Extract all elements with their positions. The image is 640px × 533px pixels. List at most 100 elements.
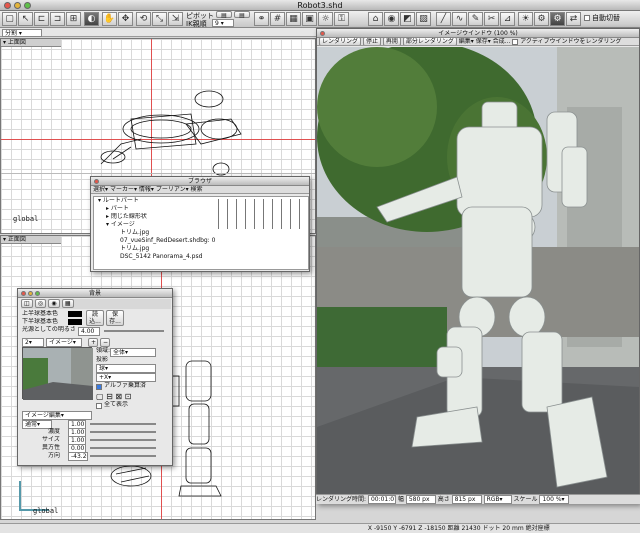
shading-mode-icon[interactable]: ◐ xyxy=(84,12,99,26)
area-select[interactable]: 全体▾ xyxy=(110,348,156,357)
browser-close[interactable] xyxy=(94,179,99,184)
image-edit-select[interactable]: イメージ編集▾ xyxy=(22,411,92,420)
brightness-value[interactable]: 4.00 xyxy=(78,327,100,336)
bg-tool-icon-4[interactable]: ▦ xyxy=(61,299,74,308)
layer-type-select[interactable]: イメージ▾ xyxy=(46,338,82,347)
browser-menu-marker[interactable]: マーカー xyxy=(110,186,134,193)
tree-item-shdbg[interactable]: 07_vueSinf_RedDesert.shdbg: 0 xyxy=(94,237,308,245)
browser-menu-boolean[interactable]: プーリアン xyxy=(156,186,186,193)
read-button[interactable]: 読込... xyxy=(86,310,104,326)
render-button[interactable]: レンダリング xyxy=(319,38,362,45)
direction-slider[interactable] xyxy=(90,455,156,457)
z-label: Z xyxy=(418,525,423,532)
composite-menu[interactable]: 合成... xyxy=(493,38,511,45)
move-icon[interactable]: ✥ xyxy=(118,12,133,26)
browser-window: ブラウザ 選択▾ マーカー▾ 情報▾ プーリアン▾ 検索 ▾ ルートパート ▸ … xyxy=(90,176,310,272)
window-icon[interactable]: ▣ xyxy=(302,12,317,26)
browser-menu-select[interactable]: 選択 xyxy=(93,186,105,193)
tree-item-panorama[interactable]: DSC_5142 Panorama_4.psd xyxy=(94,253,308,261)
uniform-scale-icon[interactable]: ⇲ xyxy=(168,12,183,26)
pointer-tool-icon[interactable]: ↖ xyxy=(18,12,33,26)
axis-select[interactable]: +X▾ xyxy=(96,373,156,382)
save-menu[interactable]: 保存 xyxy=(476,38,488,45)
layer-index-select[interactable]: 2▾ xyxy=(22,338,44,347)
camera-icon[interactable]: ◉ xyxy=(384,12,399,26)
first-param-slider[interactable] xyxy=(90,423,156,425)
lower-color-swatch[interactable] xyxy=(68,319,82,325)
open-part-icon[interactable]: ⊏ xyxy=(34,12,49,26)
browser-menu-info[interactable]: 情報 xyxy=(139,186,151,193)
sync-icon[interactable]: ⇄ xyxy=(566,12,581,26)
measure-icon[interactable]: ⊿ xyxy=(500,12,515,26)
anisotropy-slider[interactable] xyxy=(90,447,156,449)
direction-value[interactable]: -43.20 xyxy=(68,452,88,461)
home-icon[interactable]: ⌂ xyxy=(368,12,383,26)
gear-icon[interactable]: ⚙ xyxy=(534,12,549,26)
light-icon[interactable]: ☼ xyxy=(318,12,333,26)
layer-remove-icon[interactable]: − xyxy=(100,338,110,347)
split-select[interactable]: 分割 ▾ xyxy=(2,29,42,37)
close-part-icon[interactable]: ⊐ xyxy=(50,12,65,26)
scale-select[interactable]: 100 %▾ xyxy=(539,495,570,504)
knife-icon[interactable]: ✂ xyxy=(484,12,499,26)
zoom-window-button[interactable] xyxy=(24,2,31,9)
height-label: 高さ xyxy=(437,496,450,503)
height-value[interactable]: 815 px xyxy=(451,495,482,504)
save-button[interactable]: 保存... xyxy=(106,310,124,326)
background-close[interactable] xyxy=(21,291,26,296)
bulb-icon[interactable]: ☀ xyxy=(518,12,533,26)
show-all-checkbox[interactable] xyxy=(96,403,102,409)
layer-add-icon[interactable]: + xyxy=(88,338,98,347)
partial-render-button[interactable]: 部分レンダリング xyxy=(402,38,457,45)
close-window-button[interactable] xyxy=(4,2,11,9)
unit-label: mm xyxy=(511,525,524,532)
density-slider[interactable] xyxy=(90,431,156,433)
object-icon[interactable]: ✋ xyxy=(102,12,117,26)
resume-button[interactable]: 再開 xyxy=(382,38,401,45)
window-title: Robot3.shd xyxy=(297,1,343,10)
surface-icon[interactable]: ◩ xyxy=(400,12,415,26)
browser-menu-search[interactable]: 検索 xyxy=(191,186,203,193)
render-icon[interactable]: ▨ xyxy=(416,12,431,26)
scale-icon[interactable]: ⤡ xyxy=(152,12,167,26)
lock-icon[interactable]: ⚿ xyxy=(334,12,349,26)
absolute-coords-toggle[interactable]: 絶対座標 xyxy=(526,525,550,532)
view-icon[interactable]: ▦ xyxy=(286,12,301,26)
ik-value-select[interactable]: 9 ▾ xyxy=(212,19,234,27)
background-minimize[interactable] xyxy=(28,291,33,296)
auto-switch-checkbox[interactable] xyxy=(584,15,590,21)
size-slider[interactable] xyxy=(90,439,156,441)
line-icon[interactable]: ╱ xyxy=(436,12,451,26)
brightness-slider[interactable] xyxy=(104,330,164,332)
rotate-icon[interactable]: ⟲ xyxy=(136,12,151,26)
pivot-toggle-1[interactable]: ▤ xyxy=(216,11,232,19)
edit-menu[interactable]: 編集 xyxy=(459,38,471,45)
bg-tool-icon-1[interactable]: ◫ xyxy=(21,299,33,308)
color-mode-select[interactable]: RGB▾ xyxy=(483,495,512,504)
mapping-icons[interactable]: ▢ ⊟ ⊠ ⊡ xyxy=(96,392,131,401)
pivot-toggle-2[interactable]: ▤ xyxy=(234,11,250,19)
tree-item-trim-2[interactable]: トリム.jpg xyxy=(94,245,308,253)
anisotropy-label: 異方性 xyxy=(42,444,61,451)
projection-select[interactable]: 球▾ xyxy=(96,364,156,373)
bg-tool-icon-2[interactable]: ◎ xyxy=(34,299,47,308)
image-window-close[interactable] xyxy=(320,31,325,36)
bg-tool-icon-3[interactable]: ◉ xyxy=(48,299,60,308)
select-tool-icon[interactable]: ▢ xyxy=(2,12,17,26)
rendered-image xyxy=(317,47,639,494)
settings-icon[interactable]: ⚙ xyxy=(550,12,565,26)
upper-color-swatch[interactable] xyxy=(68,311,82,317)
tree-item-trim-1[interactable]: トリム.jpg xyxy=(94,229,308,237)
background-zoom[interactable] xyxy=(35,291,40,296)
curve-icon[interactable]: ∿ xyxy=(452,12,467,26)
grid-snap-icon[interactable]: # xyxy=(270,12,285,26)
alpha-checkbox[interactable] xyxy=(96,384,102,390)
draw-icon[interactable]: ✎ xyxy=(468,12,483,26)
width-value[interactable]: 580 px xyxy=(405,495,436,504)
ik-label: IK親順 xyxy=(186,20,207,28)
stop-button[interactable]: 停止 xyxy=(362,38,381,45)
minimize-window-button[interactable] xyxy=(14,2,21,9)
active-window-checkbox[interactable] xyxy=(512,38,519,45)
insert-icon[interactable]: ⊞ xyxy=(66,12,81,26)
link-icon[interactable]: ⚭ xyxy=(254,12,269,26)
